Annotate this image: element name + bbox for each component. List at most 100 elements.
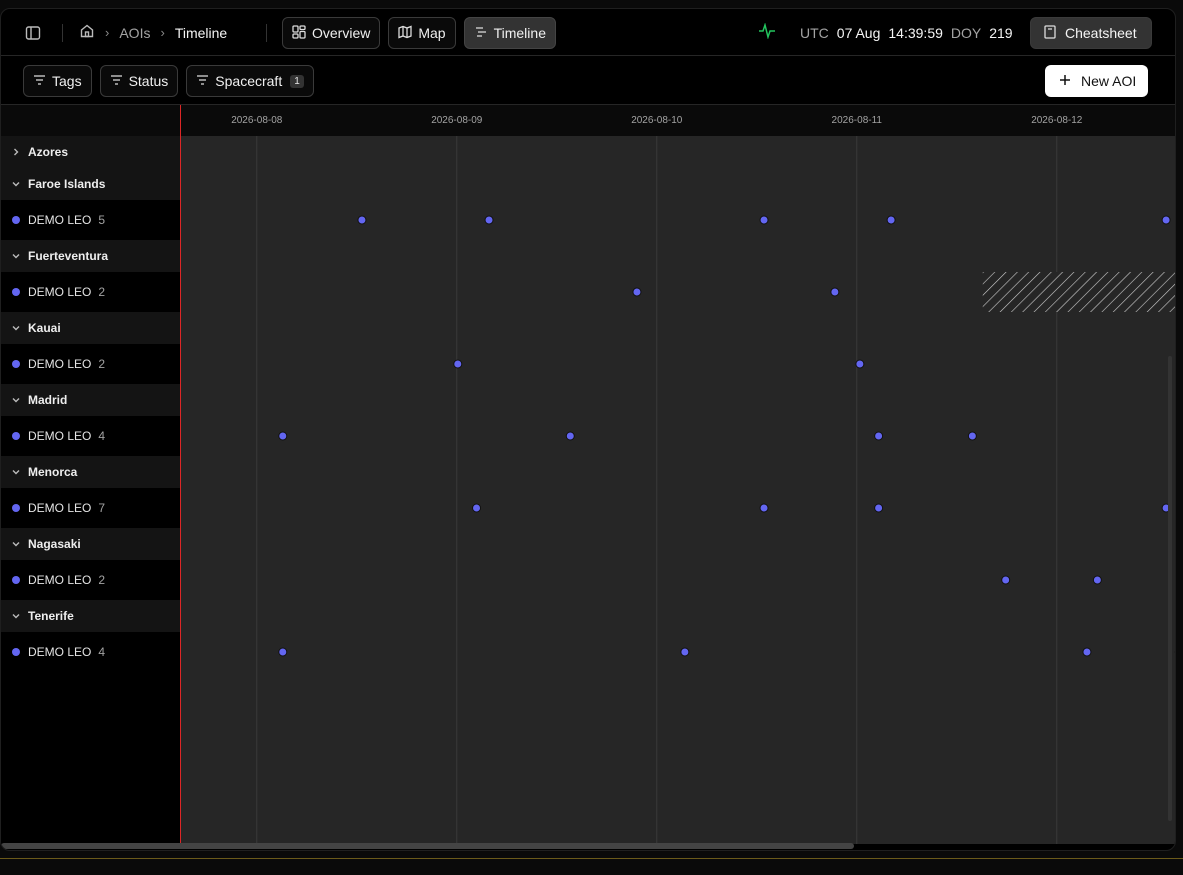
- pass-event-marker[interactable]: [886, 215, 896, 225]
- spacecraft-row[interactable]: DEMO LEO 7: [1, 488, 180, 528]
- aoi-group-name: Madrid: [28, 393, 68, 407]
- clock-doy: 219: [989, 24, 1013, 41]
- spacecraft-row[interactable]: DEMO LEO 2: [1, 344, 180, 384]
- spacecraft-row[interactable]: DEMO LEO 5: [1, 200, 180, 240]
- pass-event-marker[interactable]: [1161, 215, 1171, 225]
- pass-count: 2: [98, 357, 106, 371]
- group-band: [180, 384, 1175, 416]
- filter-icon: [33, 73, 46, 89]
- new-aoi-label: New AOI: [1081, 73, 1137, 89]
- spacecraft-row[interactable]: DEMO LEO 2: [1, 560, 180, 600]
- pass-event-marker[interactable]: [855, 359, 865, 369]
- axis-tick-label: 2026-08-12: [1031, 115, 1083, 126]
- pass-event-marker[interactable]: [874, 431, 884, 441]
- pass-event-marker[interactable]: [1001, 575, 1011, 585]
- axis-tick-label: 2026-08-10: [631, 115, 683, 126]
- spacecraft-dot-icon: [12, 504, 20, 512]
- pass-event-marker[interactable]: [453, 359, 463, 369]
- new-aoi-button[interactable]: New AOI: [1045, 65, 1149, 97]
- pass-event-marker[interactable]: [967, 431, 977, 441]
- map-icon: [398, 25, 413, 42]
- pass-event-marker[interactable]: [472, 503, 482, 513]
- clock-tz: UTC: [800, 24, 829, 41]
- vertical-scrollbar[interactable]: [1168, 356, 1172, 821]
- overview-button[interactable]: Overview: [282, 17, 381, 49]
- pass-event-marker[interactable]: [632, 287, 642, 297]
- aoi-group-name: Fuerteventura: [28, 249, 109, 263]
- pass-event-marker[interactable]: [357, 215, 367, 225]
- aoi-group-row[interactable]: Menorca: [1, 456, 180, 488]
- aoi-group-name: Menorca: [28, 465, 78, 479]
- blocked-window[interactable]: [982, 272, 1176, 312]
- aoi-group-row[interactable]: Kauai: [1, 312, 180, 344]
- spacecraft-row[interactable]: DEMO LEO 4: [1, 632, 180, 672]
- aoi-group-row[interactable]: Madrid: [1, 384, 180, 416]
- timeline-header-spacer: [1, 105, 180, 136]
- horizontal-scrollbar[interactable]: [1, 843, 854, 849]
- timeline-chart[interactable]: [180, 136, 1176, 844]
- pass-count: 4: [98, 645, 106, 659]
- timeline-button[interactable]: Timeline: [463, 17, 556, 49]
- pass-event-marker[interactable]: [680, 647, 690, 657]
- home-icon[interactable]: [79, 23, 95, 42]
- chevron-down-icon[interactable]: [9, 393, 23, 407]
- pass-event-marker[interactable]: [565, 431, 575, 441]
- group-band: [180, 136, 1175, 168]
- spacecraft-filter-count: 1: [290, 74, 304, 88]
- map-label: Map: [418, 25, 446, 41]
- group-band: [180, 600, 1175, 632]
- map-button[interactable]: Map: [388, 17, 456, 49]
- chevron-down-icon[interactable]: [9, 609, 23, 623]
- pass-event-marker[interactable]: [830, 287, 840, 297]
- group-band: [180, 240, 1175, 272]
- pass-event-marker[interactable]: [1092, 575, 1102, 585]
- sidebar-toggle-icon[interactable]: [21, 21, 45, 45]
- aoi-group-row[interactable]: Faroe Islands: [1, 168, 180, 200]
- aoi-group-row[interactable]: Fuerteventura: [1, 240, 180, 272]
- axis-tick-label: 2026-08-11: [831, 115, 882, 126]
- status-filter-button[interactable]: Status: [99, 65, 179, 97]
- axis-tick-label: 2026-08-09: [431, 115, 483, 126]
- pass-event-marker[interactable]: [759, 215, 769, 225]
- spacecraft-dot-icon: [12, 576, 20, 584]
- chevron-right-icon: ›: [160, 25, 165, 40]
- pass-event-marker[interactable]: [1082, 647, 1092, 657]
- pass-event-marker[interactable]: [484, 215, 494, 225]
- chevron-down-icon[interactable]: [9, 177, 23, 191]
- pass-event-marker[interactable]: [278, 431, 288, 441]
- spacecraft-dot-icon: [12, 360, 20, 368]
- now-indicator: [180, 105, 181, 844]
- axis-tick-label: 2026-08-08: [231, 115, 283, 126]
- pass-event-marker[interactable]: [759, 503, 769, 513]
- pass-count: 7: [98, 501, 106, 515]
- overview-label: Overview: [312, 25, 371, 41]
- tags-filter-button[interactable]: Tags: [23, 65, 92, 97]
- cheatsheet-label: Cheatsheet: [1065, 25, 1137, 41]
- spacecraft-row[interactable]: DEMO LEO 4: [1, 416, 180, 456]
- spacecraft-dot-icon: [12, 432, 20, 440]
- status-bar: [0, 858, 1183, 875]
- spacecraft-name: DEMO LEO: [28, 429, 92, 443]
- chevron-down-icon[interactable]: [9, 537, 23, 551]
- breadcrumb: › AOIs › Timeline: [79, 9, 227, 56]
- chevron-down-icon[interactable]: [9, 321, 23, 335]
- spacecraft-filter-button[interactable]: Spacecraft 1: [186, 65, 314, 97]
- spacecraft-dot-icon: [12, 216, 20, 224]
- cheatsheet-button[interactable]: Cheatsheet: [1030, 17, 1152, 49]
- chevron-down-icon[interactable]: [9, 465, 23, 479]
- aoi-group-row[interactable]: Nagasaki: [1, 528, 180, 560]
- breadcrumb-aois[interactable]: AOIs: [119, 25, 150, 41]
- chevron-down-icon[interactable]: [9, 249, 23, 263]
- aoi-group-row[interactable]: Azores: [1, 136, 180, 168]
- spacecraft-filter-label: Spacecraft: [215, 73, 283, 89]
- pass-event-marker[interactable]: [1174, 648, 1176, 656]
- aoi-group-row[interactable]: Tenerife: [1, 600, 180, 632]
- spacecraft-name: DEMO LEO: [28, 573, 92, 587]
- pass-event-marker[interactable]: [874, 503, 884, 513]
- chevron-right-icon[interactable]: [9, 145, 23, 159]
- spacecraft-name: DEMO LEO: [28, 501, 92, 515]
- spacecraft-row[interactable]: DEMO LEO 2: [1, 272, 180, 312]
- app-window: › AOIs › Timeline Overview Map Timeline …: [0, 8, 1176, 851]
- pass-event-marker[interactable]: [278, 647, 288, 657]
- status-filter-label: Status: [128, 73, 169, 89]
